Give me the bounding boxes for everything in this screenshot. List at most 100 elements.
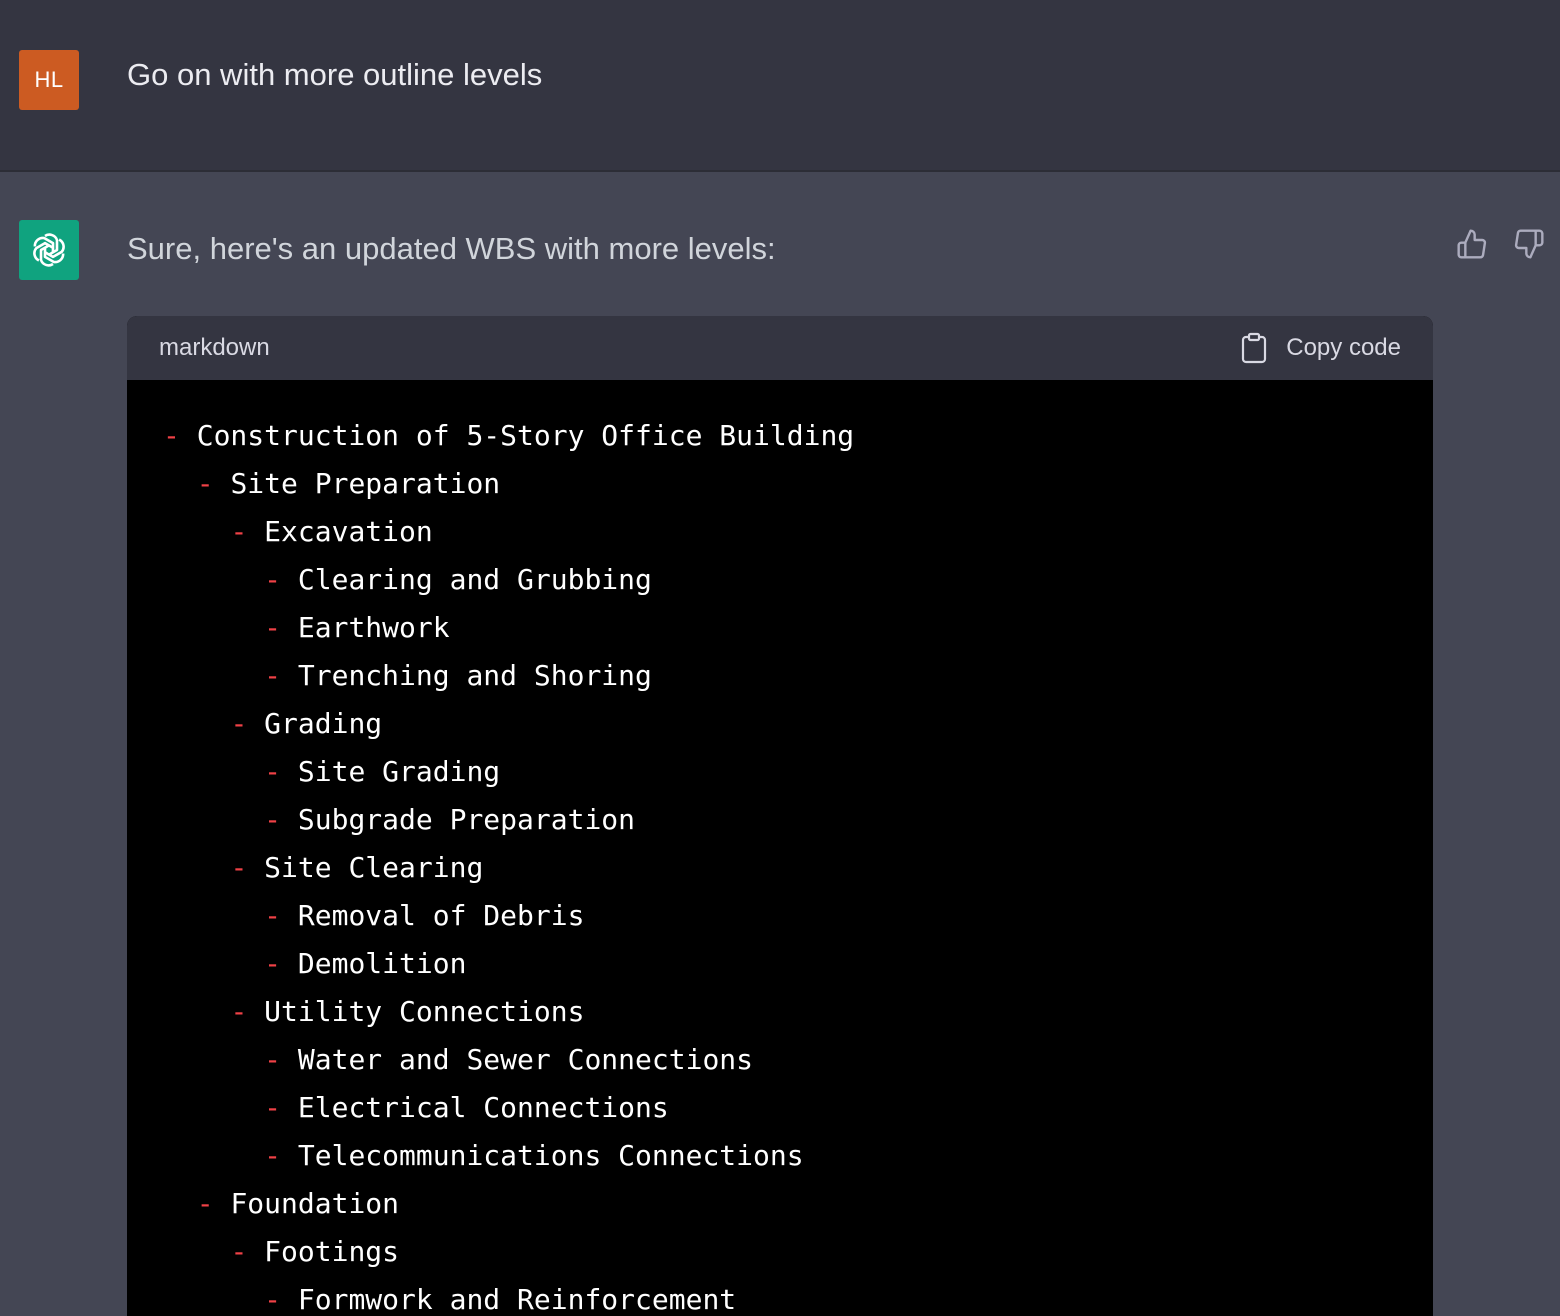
- assistant-message-row: Sure, here's an updated WBS with more le…: [0, 172, 1560, 1316]
- copy-code-button[interactable]: Copy code: [1240, 330, 1401, 366]
- code-line: - Subgrade Preparation: [163, 796, 1433, 844]
- code-block: markdown Copy code - Construction of 5-S…: [127, 316, 1433, 1316]
- thumbs-up-button[interactable]: [1454, 226, 1490, 262]
- code-line: - Grading: [163, 700, 1433, 748]
- code-line: - Construction of 5-Story Office Buildin…: [163, 412, 1433, 460]
- clipboard-icon: [1240, 332, 1268, 364]
- list-marker: -: [163, 419, 180, 452]
- code-line-text: Demolition: [297, 947, 467, 980]
- code-line-text: Earthwork: [297, 611, 450, 644]
- code-line-text: Excavation: [264, 515, 433, 548]
- code-line-text: Telecommunications Connections: [297, 1139, 804, 1172]
- list-marker: -: [196, 1187, 214, 1220]
- list-marker: -: [230, 515, 248, 548]
- code-line: - Site Grading: [163, 748, 1433, 796]
- code-line-text: Foundation: [230, 1187, 400, 1220]
- code-line-text: Utility Connections: [264, 995, 585, 1028]
- code-line: - Foundation: [163, 1180, 1433, 1228]
- assistant-intro-text: Sure, here's an updated WBS with more le…: [127, 231, 776, 266]
- code-line-text: Site Grading: [297, 755, 501, 788]
- code-line: - Site Preparation: [163, 460, 1433, 508]
- code-line: - Removal of Debris: [163, 892, 1433, 940]
- list-marker: -: [264, 611, 282, 644]
- list-marker: -: [230, 995, 248, 1028]
- code-line: - Formwork and Reinforcement: [163, 1276, 1433, 1316]
- code-block-header: markdown Copy code: [127, 316, 1433, 380]
- code-line-text: Water and Sewer Connections: [297, 1043, 754, 1076]
- user-message-row: HL Go on with more outline levels: [0, 0, 1560, 172]
- code-line-text: Electrical Connections: [297, 1091, 669, 1124]
- code-line-text: Clearing and Grubbing: [297, 563, 652, 596]
- code-line: - Electrical Connections: [163, 1084, 1433, 1132]
- code-line-text: Formwork and Reinforcement: [297, 1283, 737, 1316]
- list-marker: -: [264, 1091, 282, 1124]
- code-line-text: Grading: [264, 707, 383, 740]
- list-marker: -: [264, 1043, 282, 1076]
- list-marker: -: [196, 467, 214, 500]
- code-line-text: Site Preparation: [230, 467, 501, 500]
- code-line: - Earthwork: [163, 604, 1433, 652]
- list-marker: -: [264, 659, 282, 692]
- list-marker: -: [264, 1139, 282, 1172]
- list-marker: -: [230, 851, 248, 884]
- code-line: - Site Clearing: [163, 844, 1433, 892]
- code-line-text: Removal of Debris: [297, 899, 585, 932]
- code-content: - Construction of 5-Story Office Buildin…: [127, 380, 1433, 1316]
- code-line: - Utility Connections: [163, 988, 1433, 1036]
- code-line-text: Footings: [264, 1235, 400, 1268]
- list-marker: -: [264, 947, 282, 980]
- list-marker: -: [230, 707, 248, 740]
- code-line-text: Site Clearing: [264, 851, 484, 884]
- openai-logo-icon: [27, 228, 71, 272]
- code-line: - Clearing and Grubbing: [163, 556, 1433, 604]
- list-marker: -: [230, 1235, 248, 1268]
- code-line: - Demolition: [163, 940, 1433, 988]
- list-marker: -: [264, 899, 282, 932]
- thumbs-down-button[interactable]: [1511, 226, 1547, 262]
- code-line: - Water and Sewer Connections: [163, 1036, 1433, 1084]
- list-marker: -: [264, 563, 282, 596]
- thumbs-down-icon: [1513, 228, 1545, 260]
- copy-code-label: Copy code: [1286, 334, 1401, 361]
- thumbs-up-icon: [1456, 228, 1488, 260]
- code-line: - Excavation: [163, 508, 1433, 556]
- user-message-text: Go on with more outline levels: [127, 57, 543, 92]
- list-marker: -: [264, 803, 282, 836]
- code-line-text: Trenching and Shoring: [297, 659, 652, 692]
- code-language-label: markdown: [159, 334, 270, 361]
- list-marker: -: [264, 1283, 282, 1316]
